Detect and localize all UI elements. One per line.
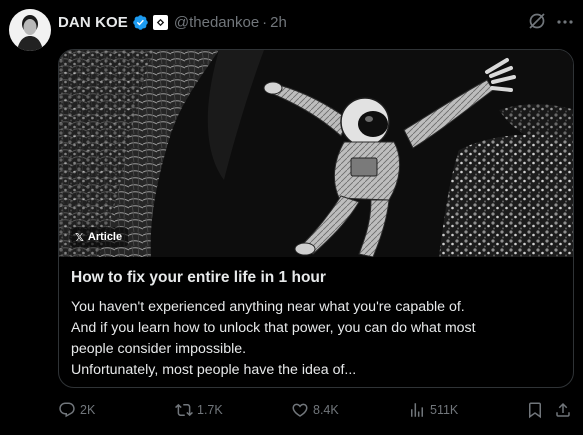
action-bar: 2K 1.7K 8.4K 511K — [58, 398, 574, 422]
like-icon — [292, 403, 308, 417]
avatar[interactable] — [9, 9, 51, 51]
reply-button[interactable]: 2K — [58, 398, 95, 422]
verified-badge-icon — [132, 14, 149, 31]
tweet[interactable]: DAN KOE @thedankoe · 2h 𝕏 Article How to… — [0, 0, 583, 435]
article-badge: 𝕏 Article — [70, 227, 129, 247]
views-button[interactable]: 511K — [408, 398, 458, 422]
bookmark-icon[interactable] — [526, 401, 544, 419]
repost-icon — [175, 403, 193, 417]
affiliate-badge-icon[interactable] — [152, 14, 168, 30]
article-preview-line: people consider impossible. — [71, 341, 247, 357]
repost-count: 1.7K — [197, 403, 223, 417]
timestamp[interactable]: 2h — [270, 14, 287, 31]
reply-count: 2K — [80, 403, 96, 417]
view-count: 511K — [430, 403, 459, 417]
article-preview-line: Unfortunately, most people have the idea… — [71, 362, 357, 378]
separator-dot: · — [262, 13, 268, 31]
article-badge-label: Article — [87, 231, 123, 243]
like-count: 8.4K — [313, 403, 339, 417]
display-name[interactable]: DAN KOE — [58, 14, 128, 31]
grok-icon[interactable] — [527, 11, 547, 31]
repost-button[interactable]: 1.7K — [175, 398, 223, 422]
article-preview-line: And if you learn how to unlock that powe… — [71, 320, 476, 336]
article-preview-line: You haven't experienced anything near wh… — [71, 299, 465, 315]
more-icon[interactable] — [555, 12, 575, 32]
share-icon[interactable] — [554, 401, 572, 419]
reply-icon — [59, 402, 75, 418]
article-preview[interactable]: You haven't experienced anything near wh… — [71, 297, 567, 381]
handle[interactable]: @thedankoe — [174, 14, 259, 31]
article-card[interactable]: 𝕏 Article How to fix your entire life in… — [58, 49, 574, 388]
article-cover-image[interactable]: 𝕏 Article — [59, 50, 573, 257]
like-button[interactable]: 8.4K — [291, 398, 339, 422]
tweet-header: DAN KOE @thedankoe · 2h — [58, 12, 287, 32]
article-title[interactable]: How to fix your entire life in 1 hour — [71, 269, 326, 287]
x-logo-icon: 𝕏 — [75, 231, 84, 244]
views-icon — [411, 403, 423, 417]
